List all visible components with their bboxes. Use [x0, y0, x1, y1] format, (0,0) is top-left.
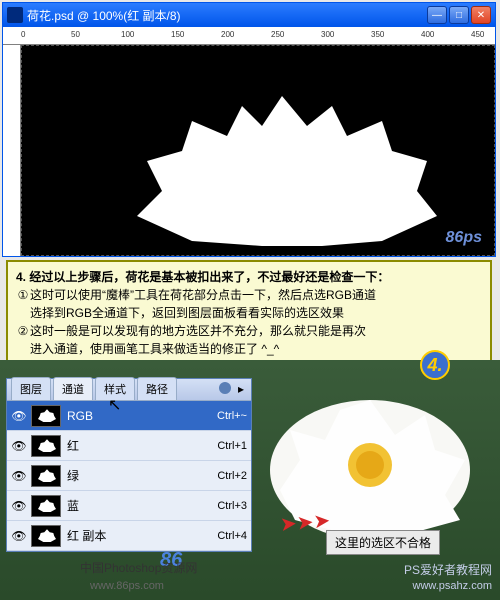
footer-right-url: www.psahz.com: [413, 580, 492, 592]
watermark: 86ps: [446, 229, 482, 247]
channel-green[interactable]: 👁 绿 Ctrl+2: [7, 461, 251, 491]
lotus-silhouette: [122, 81, 442, 251]
selection-note: 这里的选区不合格: [326, 530, 440, 555]
visibility-icon[interactable]: 👁: [11, 438, 27, 454]
channel-blue[interactable]: 👁 蓝 Ctrl+3: [7, 491, 251, 521]
minimize-button[interactable]: —: [427, 6, 447, 24]
window-controls: — □ ✕: [427, 6, 491, 24]
channel-thumbnail: [31, 405, 61, 427]
panel-collapse-icon[interactable]: [219, 382, 231, 394]
step-badge: 4.: [420, 350, 450, 380]
tab-layers[interactable]: 图层: [11, 377, 51, 400]
visibility-icon[interactable]: 👁: [11, 498, 27, 514]
visibility-icon[interactable]: 👁: [11, 408, 27, 424]
channel-thumbnail: [31, 465, 61, 487]
channel-red[interactable]: 👁 红 Ctrl+1: [7, 431, 251, 461]
instruction-box: 4. 经过以上步骤后，荷花是基本被扣出来了，不过最好还是检查一下： ①这时可以使…: [6, 260, 492, 366]
channel-list: 👁 RGB Ctrl+~ 👁 红 Ctrl+1 👁 绿 Ctrl+2 👁 蓝 C…: [7, 401, 251, 551]
channel-red-copy[interactable]: 👁 红 副本 Ctrl+4: [7, 521, 251, 551]
channels-panel[interactable]: 图层 通道 样式 路径 ▸ 👁 RGB Ctrl+~ 👁 红 Ctrl+1 👁 …: [6, 378, 252, 552]
document-title: 荷花.psd @ 100%(红 副本/8): [27, 7, 181, 24]
maximize-button[interactable]: □: [449, 6, 469, 24]
panel-menu-icon[interactable]: ▸: [234, 382, 248, 396]
instruction-heading: 4. 经过以上步骤后，荷花是基本被扣出来了，不过最好还是检查一下：: [16, 270, 389, 284]
channel-thumbnail: [31, 495, 61, 517]
arrow-annotation: ➤➤➤: [279, 508, 331, 537]
ruler-vertical: [3, 45, 21, 256]
panel-tabs: 图层 通道 样式 路径 ▸: [7, 379, 251, 401]
ruler-horizontal: 0 50 100 150 200 250 300 350 400 450: [3, 27, 495, 45]
document-window: 荷花.psd @ 100%(红 副本/8) — □ ✕ 0 50 100 150…: [2, 2, 496, 257]
canvas[interactable]: 86ps: [21, 45, 495, 256]
tab-paths[interactable]: 路径: [137, 377, 177, 400]
visibility-icon[interactable]: 👁: [11, 528, 27, 544]
title-bar[interactable]: 荷花.psd @ 100%(红 副本/8) — □ ✕: [3, 3, 495, 27]
channel-thumbnail: [31, 435, 61, 457]
footer-site-name: 中国Photoshop资源网: [80, 559, 197, 576]
footer-right-name: PS爱好者教程网: [404, 561, 492, 578]
lotus-photo: [240, 360, 480, 550]
channel-thumbnail: [31, 525, 61, 547]
tab-channels[interactable]: 通道: [53, 377, 93, 400]
channel-rgb[interactable]: 👁 RGB Ctrl+~: [7, 401, 251, 431]
visibility-icon[interactable]: 👁: [11, 468, 27, 484]
footer-url: www.86ps.com: [90, 580, 164, 592]
close-button[interactable]: ✕: [471, 6, 491, 24]
app-icon: [7, 7, 23, 23]
tab-styles[interactable]: 样式: [95, 377, 135, 400]
